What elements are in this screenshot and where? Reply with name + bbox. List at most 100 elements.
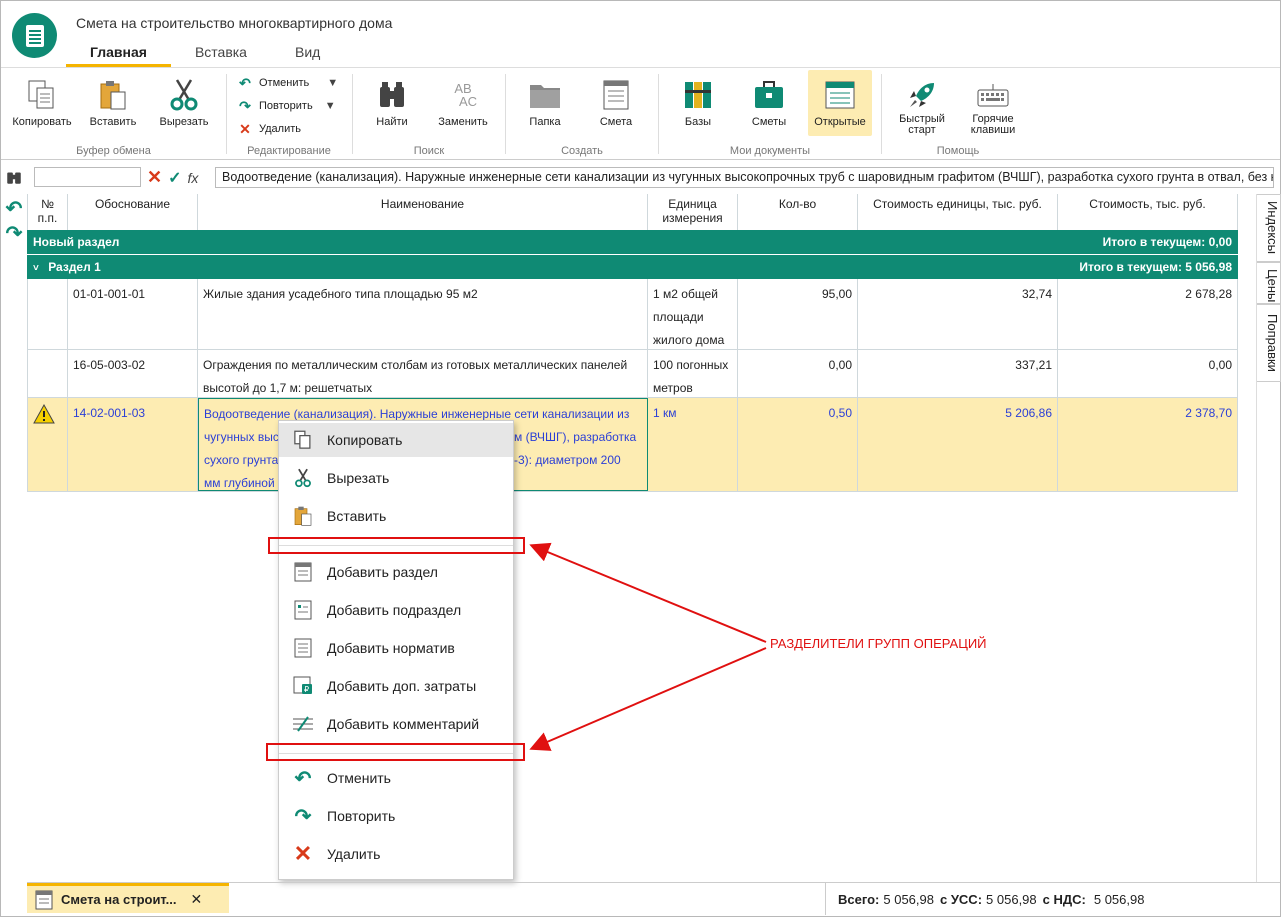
tab-view[interactable]: Вид <box>271 43 344 67</box>
redo-icon[interactable]: ↷ <box>3 221 25 246</box>
qty-cell[interactable]: 0,00 <box>738 350 858 397</box>
menu-item-cut[interactable]: Вырезать <box>279 461 513 495</box>
unit-cell[interactable]: 1 м2 общей площади жилого дома <box>648 279 738 349</box>
document-tab[interactable]: Смета на строит... ✕ <box>27 883 229 913</box>
name-cell[interactable]: Ограждения по металлическим столбам из г… <box>198 350 648 397</box>
svg-text:₽: ₽ <box>304 685 309 694</box>
unit-cost-cell[interactable]: 337,21 <box>858 350 1058 397</box>
col-header-qty[interactable]: Кол-во <box>738 194 858 230</box>
row-num-cell[interactable] <box>27 279 68 349</box>
estimate-doc-icon <box>599 78 633 112</box>
menu-item-add-section[interactable]: Добавить раздел <box>279 555 513 589</box>
chevron-down-icon[interactable]: ▼ <box>327 77 338 89</box>
ribbon-tabs: Главная Вставка Вид <box>66 43 344 67</box>
col-header-unit[interactable]: Единица измерения <box>648 194 738 230</box>
chevron-down-icon[interactable]: ▼ <box>325 100 336 112</box>
col-header-name[interactable]: Наименование <box>198 194 648 230</box>
group-help-label: Помощь <box>936 145 980 157</box>
annotation-box <box>268 537 525 554</box>
estimates-button[interactable]: Сметы <box>737 70 801 136</box>
chevron-down-icon[interactable]: ˅ <box>33 263 39 274</box>
section-row[interactable]: ˅ Раздел 1 Итого в текущем: 5 056,98 <box>27 255 1238 279</box>
row-num-cell[interactable] <box>27 350 68 397</box>
menu-item-add-subsection[interactable]: Добавить подраздел <box>279 593 513 627</box>
menu-item-add-extra-cost[interactable]: ₽ Добавить доп. затраты <box>279 669 513 703</box>
redo-icon: ↷ <box>239 97 251 114</box>
copy-icon <box>25 78 59 112</box>
confirm-icon[interactable]: ✓ <box>168 168 181 188</box>
menu-item-paste[interactable]: Вставить <box>279 499 513 533</box>
copy-button[interactable]: Копировать <box>10 70 74 136</box>
close-icon[interactable]: ✕ <box>191 891 203 908</box>
name-cell[interactable]: Жилые здания усадебного типа площадью 95… <box>198 279 648 349</box>
table-row[interactable]: 16-05-003-02 Ограждения по металлическим… <box>27 350 1238 398</box>
col-header-unit-cost[interactable]: Стоимость единицы, тыс. руб. <box>858 194 1058 230</box>
qty-cell[interactable]: 95,00 <box>738 279 858 349</box>
col-header-basis[interactable]: Обоснование <box>68 194 198 230</box>
cost-cell[interactable]: 0,00 <box>1058 350 1238 397</box>
section-row[interactable]: Новый раздел Итого в текущем: 0,00 <box>27 230 1238 254</box>
basis-cell[interactable]: 14-02-001-03 <box>68 398 198 491</box>
folder-button[interactable]: Папка <box>513 70 577 136</box>
app-window: Смета на строительство многоквартирного … <box>0 0 1281 917</box>
cell-address-input[interactable] <box>34 167 141 187</box>
undo-button[interactable]: ↶ Отменить ▼ <box>237 73 338 93</box>
table-row-selected[interactable]: 14-02-001-03 Водоотведение (канализация)… <box>27 398 1238 492</box>
formula-controls: ✕ ✓ fx <box>147 167 198 188</box>
redo-button[interactable]: ↷ Повторить ▼ <box>237 96 336 116</box>
annotation-label: РАЗДЕЛИТЕЛИ ГРУПП ОПЕРАЦИЙ <box>770 636 987 651</box>
find-button[interactable]: Найти <box>360 70 424 136</box>
hotkeys-button[interactable]: Горячие клавиши <box>961 70 1025 136</box>
table-row[interactable]: 01-01-001-01 Жилые здания усадебного тип… <box>27 279 1238 350</box>
group-clipboard-label: Буфер обмена <box>76 145 151 157</box>
menu-item-add-comment[interactable]: Добавить комментарий <box>279 707 513 741</box>
briefcase-icon <box>752 78 786 112</box>
delete-button[interactable]: ✕ Удалить <box>237 119 301 139</box>
replace-button[interactable]: AB AC Заменить <box>431 70 495 136</box>
paste-button[interactable]: Вставить <box>81 70 145 136</box>
tab-home[interactable]: Главная <box>66 43 171 67</box>
cost-cell[interactable]: 2 378,70 <box>1058 398 1238 491</box>
new-estimate-button[interactable]: Смета <box>584 70 648 136</box>
replace-icon: AB AC <box>454 81 478 109</box>
group-create-label: Создать <box>561 145 603 157</box>
cut-button[interactable]: Вырезать <box>152 70 216 136</box>
cost-cell[interactable]: 2 678,28 <box>1058 279 1238 349</box>
basis-cell[interactable]: 16-05-003-02 <box>68 350 198 397</box>
side-tab-adjustments[interactable]: Поправки <box>1257 304 1281 382</box>
menu-item-undo[interactable]: ↶ Отменить <box>279 761 513 795</box>
col-header-num[interactable]: № п.п. <box>27 194 68 230</box>
undo-icon[interactable]: ↶ <box>3 196 25 221</box>
paste-icon <box>279 505 327 527</box>
window-title: Смета на строительство многоквартирного … <box>76 15 393 31</box>
unit-cost-cell[interactable]: 32,74 <box>858 279 1058 349</box>
tab-insert[interactable]: Вставка <box>171 43 271 67</box>
unit-cell[interactable]: 100 погонных метров <box>648 350 738 397</box>
cancel-icon[interactable]: ✕ <box>147 167 162 188</box>
basis-cell[interactable]: 01-01-001-01 <box>68 279 198 349</box>
binoculars-icon[interactable] <box>3 168 25 190</box>
menu-item-add-norm[interactable]: Добавить норматив <box>279 631 513 665</box>
bases-button[interactable]: Базы <box>666 70 730 136</box>
formula-input[interactable]: Водоотведение (канализация). Наружные ин… <box>215 167 1274 188</box>
ribbon-divider <box>505 74 506 154</box>
unit-cell[interactable]: 1 км <box>648 398 738 491</box>
row-num-cell[interactable] <box>27 398 68 491</box>
menu-item-copy[interactable]: Копировать <box>279 423 513 457</box>
fx-icon[interactable]: fx <box>188 170 199 186</box>
app-logo-icon[interactable] <box>12 13 57 58</box>
undo-icon: ↶ <box>239 74 251 91</box>
col-header-cost[interactable]: Стоимость, тыс. руб. <box>1058 194 1238 230</box>
open-docs-button[interactable]: Открытые <box>808 70 872 136</box>
left-toolstrip: ↶ ↷ <box>3 168 25 246</box>
side-tab-indexes[interactable]: Индексы <box>1257 194 1281 262</box>
menu-item-redo[interactable]: ↷ Повторить <box>279 799 513 833</box>
side-tab-prices[interactable]: Цены <box>1257 262 1281 304</box>
qty-cell[interactable]: 0,50 <box>738 398 858 491</box>
context-menu: Копировать Вырезать Вставить Добавить ра… <box>278 420 514 880</box>
quick-start-button[interactable]: Быстрый старт <box>890 70 954 136</box>
annotation-box <box>266 743 525 761</box>
open-docs-icon <box>823 78 857 112</box>
menu-item-delete[interactable]: ✕ Удалить <box>279 837 513 871</box>
unit-cost-cell[interactable]: 5 206,86 <box>858 398 1058 491</box>
